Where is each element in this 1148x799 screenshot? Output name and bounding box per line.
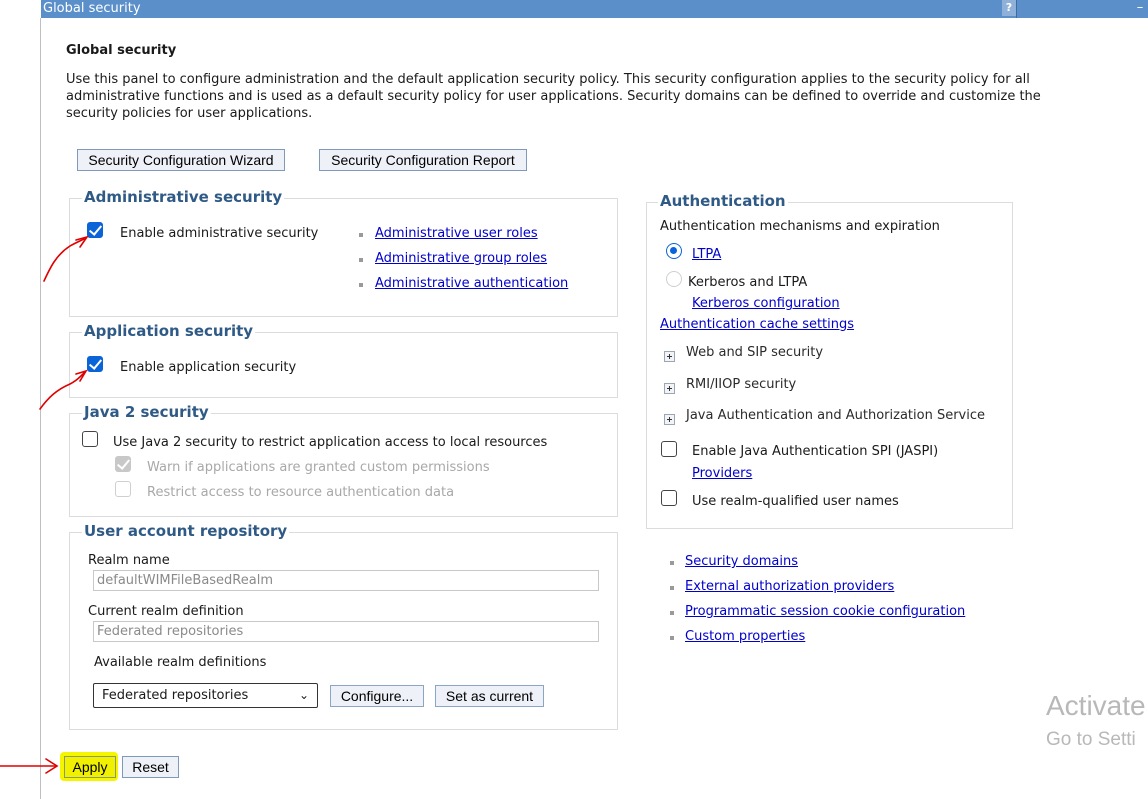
annotation-arrow-admin [43, 237, 87, 282]
annotation-arrows [0, 235, 89, 774]
activate-watermark-line1: Activate [1046, 690, 1146, 721]
activate-watermark-line2: Go to Setti [1046, 729, 1136, 750]
annotation-arrow-app [39, 371, 86, 410]
